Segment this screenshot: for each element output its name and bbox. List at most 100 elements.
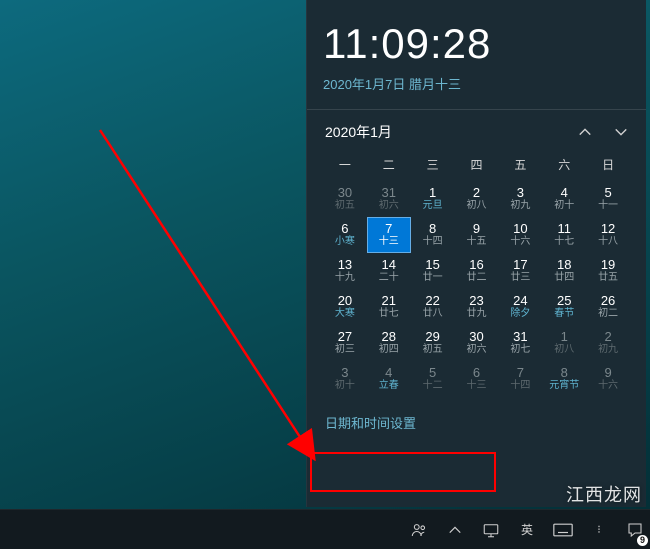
tray-overflow-button[interactable]: [444, 510, 466, 549]
month-label[interactable]: 2020年1月: [325, 122, 392, 142]
calendar-day[interactable]: 30初五: [323, 181, 367, 217]
divider: [307, 109, 646, 110]
day-number: 6: [324, 221, 366, 236]
calendar-day[interactable]: 7十四: [498, 361, 542, 397]
weekday-header: 五: [498, 150, 542, 181]
day-sublabel: 立春: [368, 380, 410, 392]
calendar-day[interactable]: 1元旦: [411, 181, 455, 217]
calendar-day[interactable]: 6小寒: [323, 217, 367, 253]
calendar-day[interactable]: 12十八: [586, 217, 630, 253]
day-sublabel: 十三: [456, 380, 498, 392]
calendar-day[interactable]: 9十五: [455, 217, 499, 253]
day-number: 11: [543, 221, 585, 236]
day-number: 1: [412, 185, 454, 200]
calendar-day[interactable]: 23廿九: [455, 289, 499, 325]
calendar-day[interactable]: 19廿五: [586, 253, 630, 289]
keyboard-icon: [553, 523, 573, 537]
day-sublabel: 十九: [324, 272, 366, 284]
calendar-day[interactable]: 13十九: [323, 253, 367, 289]
day-number: 7: [368, 221, 410, 236]
day-sublabel: 十四: [412, 236, 454, 248]
calendar-day[interactable]: 8元宵节: [542, 361, 586, 397]
day-sublabel: 廿一: [412, 272, 454, 284]
calendar-day[interactable]: 9十六: [586, 361, 630, 397]
calendar-day[interactable]: 17廿三: [498, 253, 542, 289]
taskbar: 英 ⁝ 9: [0, 509, 650, 549]
calendar-day[interactable]: 31初六: [367, 181, 411, 217]
calendar-day[interactable]: 26初二: [586, 289, 630, 325]
calendar-day[interactable]: 6十三: [455, 361, 499, 397]
calendar-day[interactable]: 4立春: [367, 361, 411, 397]
date-time-settings-link[interactable]: 日期和时间设置: [323, 407, 418, 438]
calendar-header: 2020年1月: [323, 120, 630, 150]
day-sublabel: 初六: [368, 200, 410, 212]
day-number: 24: [499, 293, 541, 308]
calendar-day[interactable]: 14二十: [367, 253, 411, 289]
calendar-day[interactable]: 28初四: [367, 325, 411, 361]
calendar-day-today[interactable]: 7十三: [367, 217, 411, 253]
calendar-day[interactable]: 11十七: [542, 217, 586, 253]
calendar-day[interactable]: 16廿二: [455, 253, 499, 289]
day-number: 6: [456, 365, 498, 380]
ime-keyboard-button[interactable]: [552, 510, 574, 549]
weekday-header: 四: [455, 150, 499, 181]
day-sublabel: 十二: [412, 380, 454, 392]
ime-language-button[interactable]: 英: [516, 510, 538, 549]
calendar-day[interactable]: 29初五: [411, 325, 455, 361]
desktop-background: 11:09:28 2020年1月7日 腊月十三 2020年1月 一二三四五六日3…: [0, 0, 650, 549]
day-sublabel: 元宵节: [543, 380, 585, 392]
day-number: 15: [412, 257, 454, 272]
calendar-day[interactable]: 21廿七: [367, 289, 411, 325]
day-number: 31: [368, 185, 410, 200]
monitor-icon: [482, 521, 500, 539]
day-number: 31: [499, 329, 541, 344]
day-sublabel: 初十: [543, 200, 585, 212]
day-number: 12: [587, 221, 629, 236]
calendar-grid: 一二三四五六日30初五31初六1元旦2初八3初九4初十5十一6小寒7十三8十四9…: [323, 150, 630, 397]
day-sublabel: 十八: [587, 236, 629, 248]
notification-center-button[interactable]: 9: [624, 510, 646, 549]
people-button[interactable]: [408, 510, 430, 549]
calendar-day[interactable]: 2初八: [455, 181, 499, 217]
day-sublabel: 十四: [499, 380, 541, 392]
calendar-day[interactable]: 18廿四: [542, 253, 586, 289]
calendar-day[interactable]: 5十一: [586, 181, 630, 217]
calendar-day[interactable]: 30初六: [455, 325, 499, 361]
day-sublabel: 小寒: [324, 236, 366, 248]
day-sublabel: 二十: [368, 272, 410, 284]
day-number: 20: [324, 293, 366, 308]
calendar-day[interactable]: 27初三: [323, 325, 367, 361]
calendar-day[interactable]: 1初八: [542, 325, 586, 361]
ime-options-button[interactable]: ⁝: [588, 510, 610, 549]
clock-date-link[interactable]: 2020年1月7日 腊月十三: [323, 74, 630, 93]
calendar-day[interactable]: 15廿一: [411, 253, 455, 289]
calendar-day[interactable]: 22廿八: [411, 289, 455, 325]
calendar-day[interactable]: 2初九: [586, 325, 630, 361]
day-sublabel: 初四: [368, 344, 410, 356]
day-number: 28: [368, 329, 410, 344]
notification-badge: 9: [637, 535, 648, 546]
calendar-day[interactable]: 25春节: [542, 289, 586, 325]
day-number: 10: [499, 221, 541, 236]
day-sublabel: 廿三: [499, 272, 541, 284]
calendar-day[interactable]: 8十四: [411, 217, 455, 253]
day-number: 26: [587, 293, 629, 308]
calendar-day[interactable]: 5十二: [411, 361, 455, 397]
calendar-day[interactable]: 3初十: [323, 361, 367, 397]
day-number: 29: [412, 329, 454, 344]
network-button[interactable]: [480, 510, 502, 549]
prev-month-button[interactable]: [578, 125, 592, 139]
calendar-day[interactable]: 31初七: [498, 325, 542, 361]
day-sublabel: 初八: [543, 344, 585, 356]
day-number: 1: [543, 329, 585, 344]
month-nav: [578, 125, 628, 139]
next-month-button[interactable]: [614, 125, 628, 139]
day-number: 5: [412, 365, 454, 380]
calendar-day[interactable]: 24除夕: [498, 289, 542, 325]
calendar-day[interactable]: 20大寒: [323, 289, 367, 325]
day-number: 4: [368, 365, 410, 380]
calendar-day[interactable]: 4初十: [542, 181, 586, 217]
calendar-day[interactable]: 3初九: [498, 181, 542, 217]
calendar-day[interactable]: 10十六: [498, 217, 542, 253]
day-sublabel: 初五: [412, 344, 454, 356]
